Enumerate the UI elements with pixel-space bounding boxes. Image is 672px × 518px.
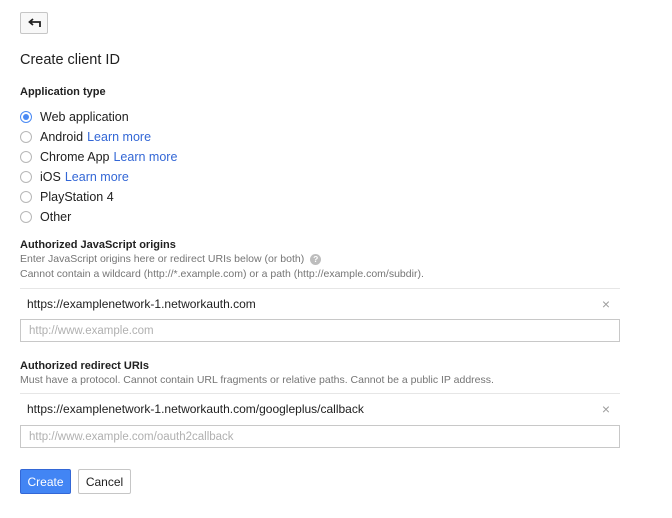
radio-button[interactable] <box>20 171 32 183</box>
radio-option-label: Web application <box>40 110 129 124</box>
js-origins-constraint-hint: Cannot contain a wildcard (http://*.exam… <box>20 268 424 280</box>
redirect-uri-value: https://examplenetwork-1.networkauth.com… <box>27 401 364 416</box>
js-origin-input[interactable] <box>20 319 620 342</box>
radio-button[interactable] <box>20 191 32 203</box>
help-icon[interactable]: ? <box>310 253 322 265</box>
radio-button[interactable] <box>20 151 32 163</box>
radio-option-android[interactable]: Android Learn more <box>20 127 177 147</box>
js-origins-hint-text: Enter JavaScript origins here or redirec… <box>20 253 305 265</box>
application-type-label: Application type <box>20 86 106 98</box>
radio-option-label: Other <box>40 210 72 224</box>
radio-button[interactable] <box>20 131 32 143</box>
back-button[interactable] <box>20 12 48 34</box>
learn-more-link-chrome-app[interactable]: Learn more <box>113 150 177 164</box>
redirect-uris-hint: Must have a protocol. Cannot contain URL… <box>20 374 494 386</box>
js-origin-value: https://examplenetwork-1.networkauth.com <box>27 296 256 311</box>
application-type-radio-group: Web application Android Learn more Chrom… <box>20 107 177 227</box>
radio-button[interactable] <box>20 211 32 223</box>
radio-option-web-application[interactable]: Web application <box>20 107 177 127</box>
back-arrow-icon <box>28 18 41 27</box>
close-icon[interactable]: × <box>602 402 610 416</box>
cancel-button[interactable]: Cancel <box>78 469 131 494</box>
learn-more-link-android[interactable]: Learn more <box>87 130 151 144</box>
radio-button-checked[interactable] <box>20 111 32 123</box>
radio-option-ios[interactable]: iOS Learn more <box>20 167 177 187</box>
js-origin-entry: https://examplenetwork-1.networkauth.com… <box>20 288 620 318</box>
js-origins-hint: Enter JavaScript origins here or redirec… <box>20 253 322 265</box>
learn-more-link-ios[interactable]: Learn more <box>65 170 129 184</box>
radio-option-label: Chrome App <box>40 150 110 164</box>
radio-option-label: PlayStation 4 <box>40 190 114 204</box>
radio-option-label: iOS <box>40 170 61 184</box>
close-icon[interactable]: × <box>602 297 610 311</box>
radio-option-chrome-app[interactable]: Chrome App Learn more <box>20 147 177 167</box>
radio-option-playstation-4[interactable]: PlayStation 4 <box>20 187 177 207</box>
radio-option-other[interactable]: Other <box>20 207 177 227</box>
create-button[interactable]: Create <box>20 469 71 494</box>
redirect-uri-entry: https://examplenetwork-1.networkauth.com… <box>20 393 620 423</box>
page-title: Create client ID <box>20 52 120 68</box>
radio-option-label: Android <box>40 130 84 144</box>
redirect-uris-label: Authorized redirect URIs <box>20 360 149 372</box>
redirect-uri-input[interactable] <box>20 425 620 448</box>
js-origins-label: Authorized JavaScript origins <box>20 239 176 251</box>
